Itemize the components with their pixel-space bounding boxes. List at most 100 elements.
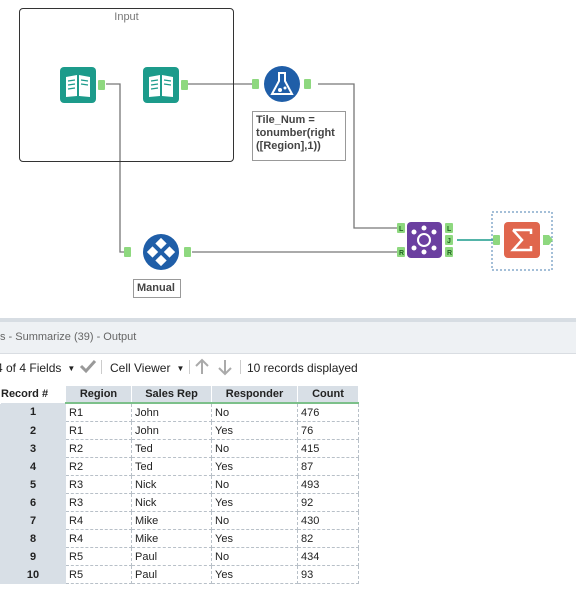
count-cell[interactable]: 76 [297,421,359,440]
responder-cell[interactable]: No [211,475,298,494]
join-right-anchor: R [399,250,404,257]
responder-cell[interactable]: Yes [211,529,298,548]
count-cell[interactable]: 92 [297,493,359,512]
responder-cell[interactable]: Yes [211,493,298,512]
table-row[interactable]: 10 R5 Paul Yes 93 [0,565,359,584]
count-cell[interactable]: 434 [297,547,359,566]
table-row[interactable]: 5 R3 Nick No 493 [0,475,359,494]
join-tool[interactable]: L R L J R [397,222,457,265]
results-grid[interactable]: Record # Region Sales Rep Responder Coun… [0,385,359,584]
results-table: Record # Region Sales Rep Responder Coun… [0,385,359,584]
record-number-cell[interactable]: 5 [0,475,66,494]
column-header-sales-rep[interactable]: Sales Rep [131,385,212,404]
cell-viewer-dropdown[interactable]: Cell Viewer ▼ [110,361,184,375]
region-cell[interactable]: R3 [65,493,132,512]
responder-cell[interactable]: No [211,402,298,422]
join-out-left-anchor: L [447,226,452,233]
sales-rep-cell[interactable]: Paul [131,565,212,584]
input-data-tool-2[interactable] [143,67,191,108]
responder-cell[interactable]: Yes [211,457,298,476]
region-cell[interactable]: R1 [65,421,132,440]
count-cell[interactable]: 82 [297,529,359,548]
diamond-tiles-icon [124,234,191,270]
record-number-cell[interactable]: 8 [0,529,66,548]
workflow-canvas[interactable]: Input Tile_Num = tonumber(right ([Region… [0,0,576,318]
join-out-join-anchor: J [447,238,451,245]
table-row[interactable]: 4 R2 Ted Yes 87 [0,457,359,476]
count-cell[interactable]: 87 [297,457,359,476]
toolbar-divider [189,360,190,374]
record-number-cell[interactable]: 6 [0,493,66,512]
sales-rep-cell[interactable]: Nick [131,493,212,512]
results-header: s - Summarize (39) - Output [0,322,576,354]
sales-rep-cell[interactable]: Ted [131,439,212,458]
fields-dropdown[interactable]: 4 of 4 Fields ▼ [0,361,75,375]
table-row[interactable]: 8 R4 Mike Yes 82 [0,529,359,548]
region-cell[interactable]: R1 [65,402,132,422]
header-row: Record # Region Sales Rep Responder Coun… [0,385,359,404]
sales-rep-cell[interactable]: Nick [131,475,212,494]
formula-annotation: Tile_Num = tonumber(right ([Region],1)) [252,111,346,161]
region-cell[interactable]: R4 [65,529,132,548]
column-header-count[interactable]: Count [297,385,359,404]
flask-icon [252,66,311,102]
input-data-tool-1[interactable] [60,67,108,108]
input-container[interactable]: Input [19,8,234,162]
manual-annotation: Manual [133,279,181,298]
responder-cell[interactable]: Yes [211,565,298,584]
toolbar-divider [240,360,241,374]
column-header-region[interactable]: Region [65,385,132,404]
table-row[interactable]: 6 R3 Nick Yes 92 [0,493,359,512]
column-header-record[interactable]: Record # [0,385,66,403]
results-title: s - Summarize (39) - Output [0,331,137,343]
summarize-tool[interactable] [491,211,555,278]
sales-rep-cell[interactable]: Mike [131,511,212,530]
responder-cell[interactable]: No [211,511,298,530]
region-cell[interactable]: R5 [65,547,132,566]
count-cell[interactable]: 493 [297,475,359,494]
record-number-cell[interactable]: 9 [0,547,66,566]
table-row[interactable]: 2 R1 John Yes 76 [0,421,359,440]
formula-tool[interactable] [252,66,318,109]
column-header-responder[interactable]: Responder [211,385,298,404]
arrow-down-icon[interactable] [217,358,233,379]
record-number-cell[interactable]: 1 [0,402,66,422]
join-left-anchor: L [399,226,404,233]
arrow-up-icon[interactable] [194,358,210,379]
count-cell[interactable]: 430 [297,511,359,530]
sales-rep-cell[interactable]: John [131,402,212,422]
region-cell[interactable]: R2 [65,439,132,458]
tile-tool[interactable] [124,234,194,277]
records-count: 10 records displayed [247,361,358,375]
region-cell[interactable]: R3 [65,475,132,494]
region-cell[interactable]: R5 [65,565,132,584]
table-row[interactable]: 3 R2 Ted No 415 [0,439,359,458]
formula-line-2: tonumber(right [256,127,335,139]
responder-cell[interactable]: No [211,547,298,566]
sales-rep-cell[interactable]: Ted [131,457,212,476]
checkmark-icon[interactable] [79,358,97,377]
sigma-icon [491,211,553,271]
sales-rep-cell[interactable]: John [131,421,212,440]
region-cell[interactable]: R4 [65,511,132,530]
record-number-cell[interactable]: 2 [0,421,66,440]
count-cell[interactable]: 93 [297,565,359,584]
book-icon [143,67,188,103]
table-row[interactable]: 9 R5 Paul No 434 [0,547,359,566]
sales-rep-cell[interactable]: Mike [131,529,212,548]
count-cell[interactable]: 476 [297,402,359,422]
chevron-down-icon: ▼ [176,364,185,373]
record-number-cell[interactable]: 3 [0,439,66,458]
table-row[interactable]: 7 R4 Mike No 430 [0,511,359,530]
container-title: Input [114,11,139,23]
formula-line-3: ([Region],1)) [256,140,321,152]
record-number-cell[interactable]: 7 [0,511,66,530]
table-row[interactable]: 1 R1 John No 476 [0,402,359,422]
sales-rep-cell[interactable]: Paul [131,547,212,566]
record-number-cell[interactable]: 4 [0,457,66,476]
record-number-cell[interactable]: 10 [0,565,66,584]
responder-cell[interactable]: No [211,439,298,458]
responder-cell[interactable]: Yes [211,421,298,440]
region-cell[interactable]: R2 [65,457,132,476]
count-cell[interactable]: 415 [297,439,359,458]
